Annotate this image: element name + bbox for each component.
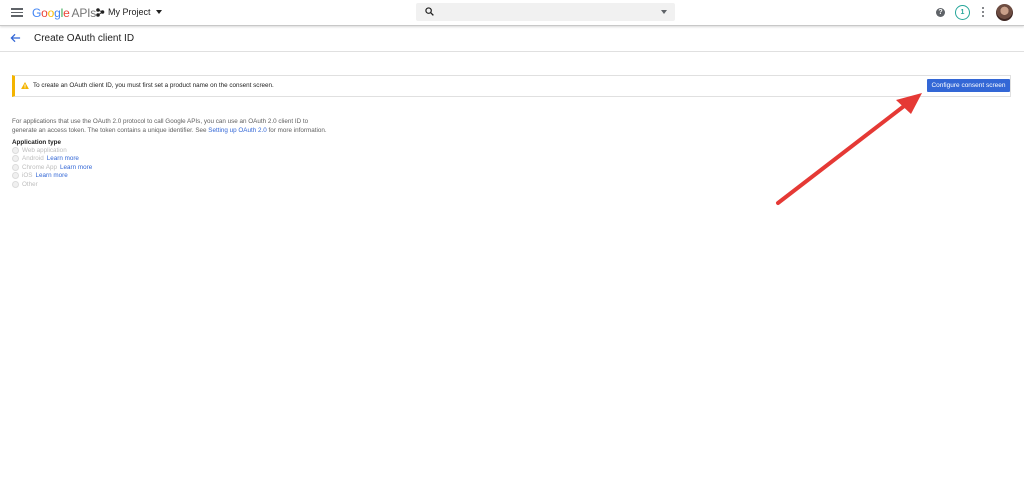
search-bar[interactable]: [416, 3, 675, 21]
notifications-badge[interactable]: 1: [955, 5, 970, 20]
page-title: Create OAuth client ID: [34, 33, 135, 44]
project-name: My Project: [108, 7, 151, 17]
application-type-label: Application type: [12, 139, 61, 146]
option-other: Other: [12, 180, 92, 189]
radio-chrome-app[interactable]: [12, 163, 19, 171]
option-label: Web application: [22, 146, 67, 154]
top-app-bar: Google APIs My Project ? 1: [0, 0, 1024, 26]
setting-up-oauth-link[interactable]: Setting up OAuth 2.0: [208, 127, 266, 134]
option-label: Android: [22, 155, 44, 163]
description-line-2: generate an access token. The token cont…: [12, 127, 209, 134]
warning-icon: [21, 82, 29, 89]
option-android: Android Learn more: [12, 155, 92, 164]
avatar[interactable]: [996, 4, 1013, 21]
logo-apis-text: APIs: [71, 6, 97, 20]
description-line-2-suffix: for more information.: [266, 127, 327, 134]
oauth-description: For applications that use the OAuth 2.0 …: [12, 117, 372, 135]
search-icon: [425, 7, 434, 16]
option-ios: iOS Learn more: [12, 172, 92, 181]
learn-more-link[interactable]: Learn more: [60, 164, 92, 171]
google-apis-logo[interactable]: Google APIs: [32, 6, 96, 20]
menu-icon[interactable]: [11, 8, 23, 17]
radio-ios[interactable]: [12, 172, 19, 180]
configure-consent-screen-button[interactable]: Configure consent screen: [927, 79, 1010, 92]
application-type-options: Web application Android Learn more Chrom…: [12, 146, 92, 189]
chevron-down-icon: [155, 10, 162, 14]
help-icon[interactable]: ?: [936, 8, 945, 17]
option-label: Chrome App: [22, 163, 58, 171]
project-icon: [96, 8, 105, 17]
option-label: Other: [22, 180, 38, 188]
description-line-1: For applications that use the OAuth 2.0 …: [12, 118, 309, 125]
warning-banner: To create an OAuth client ID, you must f…: [12, 75, 1011, 97]
learn-more-link[interactable]: Learn more: [36, 172, 68, 179]
more-vert-icon[interactable]: [981, 7, 984, 18]
search-dropdown-caret-icon[interactable]: [661, 10, 667, 14]
logo-letter: e: [63, 6, 70, 20]
radio-other[interactable]: [12, 180, 19, 188]
page-header: Create OAuth client ID: [0, 26, 1024, 52]
learn-more-link[interactable]: Learn more: [47, 155, 79, 162]
arrow-back-icon[interactable]: [10, 33, 21, 43]
project-selector[interactable]: My Project: [95, 7, 162, 17]
warning-text: To create an OAuth client ID, you must f…: [33, 82, 274, 89]
logo-letter: G: [32, 6, 42, 20]
search-input[interactable]: [440, 5, 654, 21]
option-chrome-app: Chrome App Learn more: [12, 163, 92, 172]
option-web-application: Web application: [12, 146, 92, 155]
option-label: iOS: [22, 172, 33, 180]
radio-web-application[interactable]: [12, 146, 19, 154]
radio-android[interactable]: [12, 155, 19, 163]
